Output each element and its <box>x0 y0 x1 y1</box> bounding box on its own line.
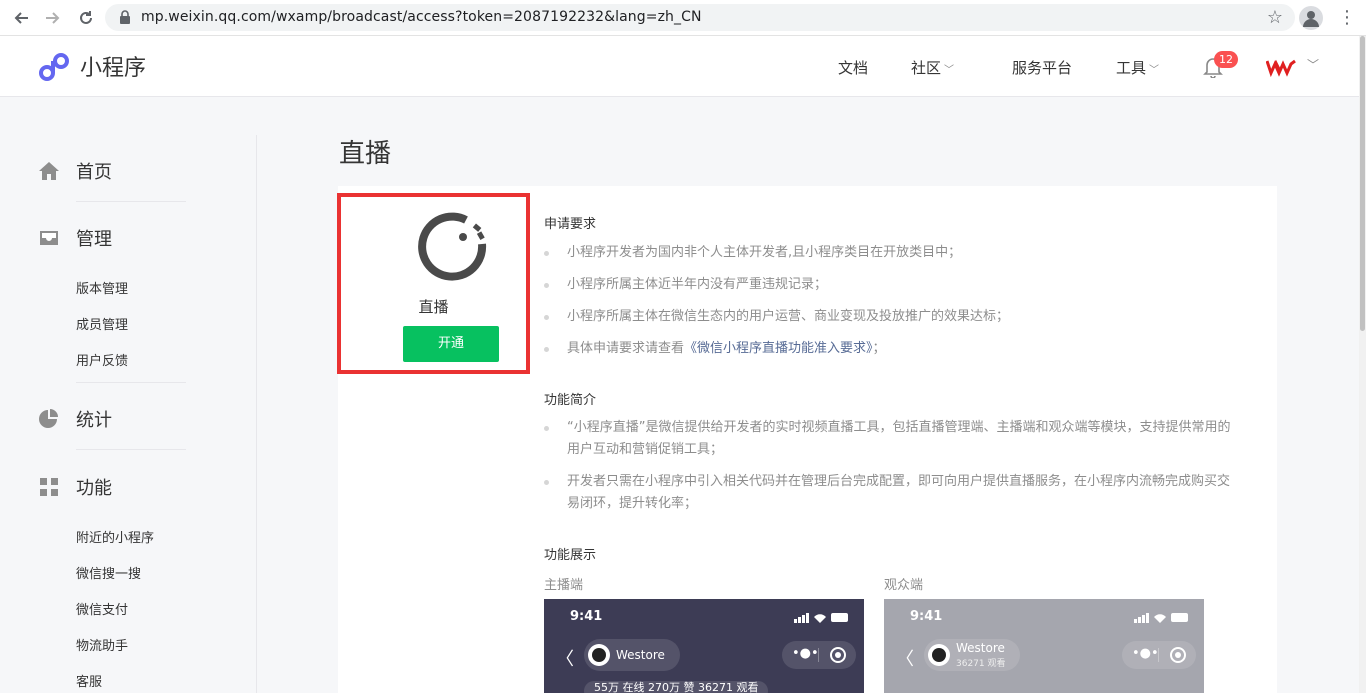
home-icon <box>39 162 59 180</box>
nav-docs[interactable]: 文档 <box>838 57 868 78</box>
live-feature-card: 直播 开通 <box>337 193 530 374</box>
showcase-title: 功能展示 <box>544 548 597 563</box>
chevron-down-icon: ﹀ <box>944 65 955 76</box>
phone-time: 9:41 <box>910 609 943 624</box>
enable-button[interactable]: 开通 <box>403 326 499 362</box>
phone-status-icons <box>794 613 848 623</box>
nav-tools[interactable]: 工具 ﹀ <box>1116 57 1159 78</box>
sidebar-item-nearby-miniprogram[interactable]: 附近的小程序 <box>76 527 154 546</box>
url-text: mp.weixin.qq.com/wxamp/broadcast/access?… <box>141 9 702 25</box>
anchor-side-label: 主播端 <box>544 578 584 593</box>
sidebar-item-customer-service[interactable]: 客服 <box>76 671 102 690</box>
sidebar-separator <box>76 382 186 383</box>
sidebar-item-wechat-pay[interactable]: 微信支付 <box>76 599 128 618</box>
phone-status-icons <box>1134 613 1188 623</box>
pie-chart-icon <box>39 409 58 428</box>
sidebar-item-wechat-search[interactable]: 微信搜一搜 <box>76 563 141 582</box>
address-bar[interactable]: mp.weixin.qq.com/wxamp/broadcast/access?… <box>105 4 1295 31</box>
sidebar-separator <box>76 449 186 450</box>
live-broadcast-icon <box>418 212 487 281</box>
store-avatar <box>928 644 950 666</box>
requirement-prefix: 具体申请要求请查看 <box>567 341 685 356</box>
logo-text[interactable]: 小程序 <box>80 50 146 82</box>
intro-item: 开发者只需在小程序中引入相关代码并在管理后台完成配置，即可向用户提供直播服务，在… <box>544 471 1234 515</box>
requirement-item: 具体申请要求请查看《微信小程序直播功能准入要求》； <box>544 338 1234 360</box>
sidebar-divider <box>256 135 257 693</box>
requirements-doc-link[interactable]: 《微信小程序直播功能准入要求》 <box>684 341 873 356</box>
audience-side-label: 观众端 <box>884 578 924 593</box>
phone-store-pill: Westore <box>584 639 680 671</box>
account-avatar[interactable] <box>1266 57 1296 77</box>
nav-service-platform[interactable]: 服务平台 <box>1012 57 1072 78</box>
miniprogram-logo-icon[interactable] <box>38 52 70 82</box>
sidebar-item-manage[interactable]: 管理 <box>38 225 112 251</box>
sidebar-item-label: 管理 <box>76 229 112 250</box>
sidebar-item-statistics[interactable]: 统计 <box>38 406 112 432</box>
forward-arrow-icon[interactable] <box>42 7 64 29</box>
close-ring-icon <box>1170 647 1186 663</box>
bookmark-star-icon[interactable]: ☆ <box>1267 7 1283 28</box>
sidebar-item-label: 功能 <box>76 478 112 499</box>
phone-back-icon: 〈 <box>556 649 574 670</box>
store-avatar <box>588 644 610 666</box>
grid-icon <box>40 478 58 496</box>
phone-back-icon: 〈 <box>896 649 914 670</box>
scrollbar-thumb[interactable] <box>1360 36 1365 331</box>
requirement-item: 小程序所属主体在微信生态内的用户运营、商业变现及投放推广的效果达标； <box>544 306 1234 328</box>
notification-badge: 12 <box>1214 51 1238 68</box>
reload-icon[interactable] <box>75 7 97 29</box>
sidebar-item-member-management[interactable]: 成员管理 <box>76 314 128 333</box>
phone-capsule-menu: •●• <box>782 641 856 669</box>
page-scrollbar[interactable] <box>1359 36 1366 693</box>
sidebar-item-version-management[interactable]: 版本管理 <box>76 278 128 297</box>
nav-community-label: 社区 <box>911 59 942 77</box>
audience-phone-preview: 9:41 〈 Westore 36271 观看 •●• <box>884 599 1204 693</box>
inbox-icon <box>40 231 58 245</box>
sidebar-item-label: 统计 <box>76 410 112 431</box>
phone-capsule-menu: •●• <box>1122 641 1196 669</box>
lock-icon <box>120 10 130 24</box>
store-name: Westore <box>616 648 665 662</box>
page-title: 直播 <box>339 139 392 169</box>
site-header: 小程序 文档 社区 ﹀ 服务平台 工具 ﹀ 12 ﹀ <box>0 36 1366 97</box>
back-arrow-icon[interactable] <box>10 7 32 29</box>
requirements-title: 申请要求 <box>544 217 597 232</box>
sidebar-item-user-feedback[interactable]: 用户反馈 <box>76 350 128 369</box>
chevron-down-icon: ﹀ <box>1149 65 1160 76</box>
nav-tools-label: 工具 <box>1116 59 1147 77</box>
phone-store-pill: Westore 36271 观看 <box>924 639 1020 671</box>
sidebar-item-label: 首页 <box>76 162 112 183</box>
intro-item: “小程序直播”是微信提供给开发者的实时视频直播工具，包括直播管理端、主播端和观众… <box>544 417 1234 461</box>
sidebar-item-features[interactable]: 功能 <box>38 474 112 500</box>
sidebar-item-home[interactable]: 首页 <box>38 158 112 184</box>
profile-avatar-icon[interactable] <box>1299 6 1323 30</box>
more-dots-icon: •●• <box>1132 646 1159 661</box>
feature-name: 直播 <box>418 298 449 316</box>
requirement-item: 小程序开发者为国内非个人主体开发者,且小程序类目在开放类目中； <box>544 242 1234 264</box>
intro-title: 功能简介 <box>544 393 597 408</box>
store-name: Westore <box>956 641 1005 655</box>
close-ring-icon <box>830 647 846 663</box>
viewer-count: 36271 观看 <box>956 659 1006 669</box>
more-dots-icon: •●• <box>792 646 819 661</box>
browser-menu-icon[interactable]: ⋮ <box>1337 6 1357 30</box>
sidebar-separator <box>76 201 186 202</box>
anchor-phone-preview: 9:41 〈 Westore •●• 55万 在线 270万 赞 36271 观… <box>544 599 864 693</box>
browser-toolbar: mp.weixin.qq.com/wxamp/broadcast/access?… <box>0 0 1366 36</box>
requirement-item: 小程序所属主体近半年内没有严重违规记录； <box>544 274 1234 296</box>
requirement-suffix: ； <box>872 341 886 356</box>
phone-time: 9:41 <box>570 609 603 624</box>
account-chevron-icon[interactable]: ﹀ <box>1307 56 1319 73</box>
nav-community[interactable]: 社区 ﹀ <box>911 57 954 78</box>
live-stats: 55万 在线 270万 赞 36271 观看 <box>584 681 769 693</box>
sidebar-item-logistics-assistant[interactable]: 物流助手 <box>76 635 128 654</box>
